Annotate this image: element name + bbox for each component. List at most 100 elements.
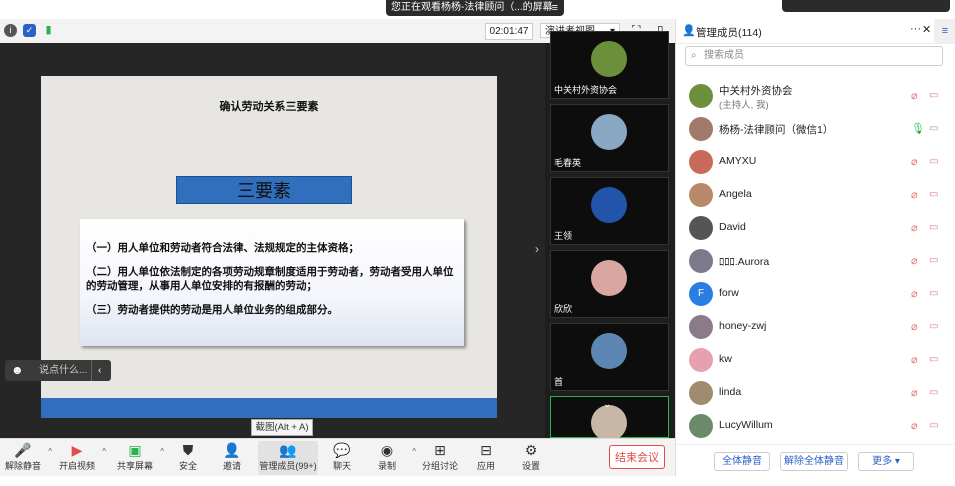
camera-off-icon[interactable]: ▭: [929, 321, 941, 333]
avatar: [689, 150, 713, 174]
camera-off-icon[interactable]: ▭: [929, 222, 941, 234]
avatar: [689, 381, 713, 405]
chat-quick-input[interactable]: ☻ 说点什么... ‹: [5, 360, 111, 381]
member-row[interactable]: 中关村外资协会 (主持人, 我) ⌀ ▭: [676, 80, 955, 113]
mic-on-icon[interactable]: 🎙: [911, 123, 925, 135]
member-row[interactable]: kw ⌀ ▭: [676, 344, 955, 377]
chat-label: 聊天: [332, 461, 351, 471]
member-search-placeholder: 搜索成员: [704, 50, 744, 61]
emoji-icon[interactable]: ☻: [11, 360, 24, 381]
mic-off-icon: 🎤: [14, 442, 32, 458]
breakout-button[interactable]: ⊞ 分组讨论: [417, 441, 463, 475]
settings-button[interactable]: ⚙ 设置: [508, 441, 554, 475]
apps-button[interactable]: ⊟ 应用: [463, 441, 509, 475]
member-row[interactable]: linda ⌀ ▭: [676, 377, 955, 410]
invite-button[interactable]: 👤 邀请: [209, 441, 255, 475]
member-row[interactable]: David ⌀ ▭: [676, 212, 955, 245]
video-thumbnails: 中关村外资协会 毛春英 王领 欣欣 首 ⌄: [545, 31, 675, 441]
record-icon: ◉: [380, 442, 394, 458]
mic-off-icon[interactable]: ⌀: [911, 387, 923, 399]
member-row[interactable]: ﾛﾛﾛ.Aurora ⌀ ▭: [676, 245, 955, 278]
mic-off-icon[interactable]: ⌀: [911, 189, 923, 201]
mic-off-icon[interactable]: ⌀: [911, 288, 923, 300]
start-video-button[interactable]: ▶ 开启视频 ^: [54, 441, 106, 475]
slide-item: （一）用人单位和劳动者符合法律、法规规定的主体资格；: [86, 242, 359, 254]
mic-off-icon[interactable]: ⌀: [911, 156, 923, 168]
invite-label: 邀请: [222, 461, 241, 471]
unmute-button[interactable]: 🎤 解除静音 ^: [0, 441, 52, 475]
unmute-all-button[interactable]: 解除全体静音: [780, 452, 848, 471]
share-screen-icon: ▣: [128, 442, 142, 458]
video-tile[interactable]: ⌄: [550, 396, 669, 441]
more-icon[interactable]: ···: [910, 23, 921, 35]
mic-off-icon[interactable]: ⌀: [911, 222, 923, 234]
end-meeting-button[interactable]: 结束会议: [609, 445, 665, 469]
mic-off-icon[interactable]: ⌀: [911, 420, 923, 432]
avatar: [591, 114, 627, 150]
chevron-up-icon[interactable]: ^: [102, 447, 106, 456]
camera-off-icon[interactable]: ▭: [929, 420, 941, 432]
mic-off-icon[interactable]: ⌀: [911, 255, 923, 267]
top-right-bar: [782, 0, 950, 12]
member-name: ﾛﾛﾛ.Aurora: [719, 256, 770, 268]
member-row[interactable]: AMYXU ⌀ ▭: [676, 146, 955, 179]
share-banner[interactable]: 您正在观看杨杨-法律顾问（...的屏幕 ≡: [386, 0, 564, 16]
more-button[interactable]: 更多 ▾: [858, 452, 914, 471]
camera-off-icon[interactable]: ▭: [929, 189, 941, 201]
chevron-up-icon[interactable]: ^: [160, 447, 164, 456]
member-search-input[interactable]: ⌕ 搜索成员: [685, 46, 943, 66]
avatar: [591, 260, 627, 296]
chevron-up-icon[interactable]: ^: [48, 447, 52, 456]
manage-members-button[interactable]: 👥 管理成员(99+): [258, 441, 318, 475]
collapse-icon[interactable]: ‹: [91, 360, 101, 381]
share-screen-button[interactable]: ▣ 共享屏幕 ^: [112, 441, 164, 475]
member-row[interactable]: Angela ⌀ ▭: [676, 179, 955, 212]
chat-placeholder: 说点什么...: [39, 365, 88, 376]
chevron-down-icon[interactable]: ⌄: [603, 399, 611, 410]
camera-off-icon[interactable]: ▭: [929, 156, 941, 168]
video-tile[interactable]: 欣欣: [550, 250, 669, 318]
member-name: Angela: [719, 188, 752, 200]
video-tile[interactable]: 中关村外资协会: [550, 31, 669, 99]
camera-off-icon[interactable]: ▭: [929, 90, 941, 102]
close-icon[interactable]: ✕: [922, 23, 931, 36]
camera-off-icon[interactable]: ▭: [929, 255, 941, 267]
menu-icon[interactable]: ≡: [934, 19, 955, 43]
camera-off-icon[interactable]: ▭: [929, 354, 941, 366]
video-tile[interactable]: 首: [550, 323, 669, 391]
member-name: LucyWillum: [719, 419, 773, 431]
member-row[interactable]: Fforw ⌀ ▭: [676, 278, 955, 311]
more-button-label: 更多: [872, 456, 893, 467]
member-row[interactable]: honey-zwj ⌀ ▭: [676, 311, 955, 344]
mute-all-button[interactable]: 全体静音: [714, 452, 770, 471]
chevron-up-icon[interactable]: ^: [412, 447, 416, 456]
chevron-right-icon[interactable]: ›: [535, 242, 539, 256]
video-tile[interactable]: 王领: [550, 177, 669, 245]
mic-off-icon[interactable]: ⌀: [911, 90, 923, 102]
security-button[interactable]: ⛊ 安全: [165, 441, 211, 475]
member-row[interactable]: 杨杨-法律顾问（微信1） 🎙 ▭: [676, 113, 955, 146]
info-icon[interactable]: i: [4, 24, 17, 37]
camera-off-icon[interactable]: ▭: [929, 123, 941, 135]
mic-off-icon[interactable]: ⌀: [911, 354, 923, 366]
member-name: honey-zwj: [719, 320, 767, 332]
camera-off-icon[interactable]: ▭: [929, 288, 941, 300]
members-icon: 👥: [279, 442, 297, 458]
unmute-label: 解除静音: [4, 461, 41, 471]
signal-icon[interactable]: ▮: [42, 24, 55, 37]
camera-off-icon[interactable]: ▭: [929, 387, 941, 399]
avatar-letter: F: [697, 288, 705, 299]
record-button[interactable]: ◉ 录制 ^: [364, 441, 416, 475]
member-row[interactable]: LucyWillum ⌀ ▭: [676, 410, 955, 443]
avatar: [591, 333, 627, 369]
menu-icon[interactable]: ≡: [547, 0, 558, 16]
settings-label: 设置: [521, 461, 540, 471]
slide-item: （三）劳动者提供的劳动是用人单位业务的组成部分。: [86, 304, 338, 316]
avatar: [591, 187, 627, 223]
avatar: [591, 41, 627, 77]
chat-button[interactable]: 💬 聊天: [319, 441, 365, 475]
shield-icon[interactable]: ✓: [23, 24, 36, 37]
apps-icon: ⊟: [480, 442, 492, 458]
mic-off-icon[interactable]: ⌀: [911, 321, 923, 333]
video-tile[interactable]: 毛春英: [550, 104, 669, 172]
